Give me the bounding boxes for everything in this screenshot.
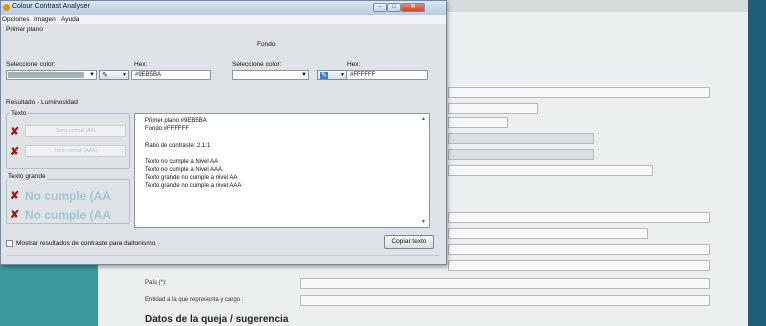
chevron-down-icon: ▼ [89,72,95,78]
menu-opciones[interactable]: Opciones [2,16,29,23]
result-line: Texto no cumple a Nivel AA [145,159,219,165]
maximize-button[interactable]: □ [387,3,401,12]
scroll-up-icon[interactable]: ▲ [421,116,426,122]
colorblind-checkbox[interactable] [6,240,13,247]
form-field-disabled [448,133,594,144]
background-hex-input[interactable]: #FFFFFF [346,70,428,80]
foreground-color-select[interactable]: ▼ [6,70,97,80]
result-line: Texto grande no cumple a nivel AAA [145,183,242,189]
eyedropper-icon: ✎ [102,72,108,79]
menu-imagen[interactable]: Imagen [34,16,56,23]
fail-icon: ✘ [10,209,20,221]
entity-field[interactable] [300,295,710,306]
country-field[interactable] [300,278,710,289]
form-field[interactable] [448,244,710,255]
close-icon: ✕ [410,4,416,10]
result-line: Fondo:#FFFFFF [145,126,190,132]
fail-icon: ✘ [10,190,20,202]
large-text-group-label: Texto grande [7,173,47,180]
result-line: Primer plano:#9EB5BA [145,118,207,124]
background-select-label: Seleccione color: [232,61,282,68]
app-icon [3,4,10,11]
cca-window: Colour Contrast Analyser – □ ✕ Opciones … [0,0,447,265]
form-field[interactable] [448,117,508,128]
normal-text-aaa-sample: Texto normal (AAA) [25,145,126,157]
title-bar[interactable]: Colour Contrast Analyser – □ ✕ [1,1,446,15]
text-group-label: Texto [10,110,28,117]
result-line: Texto no cumple a Nivel AAA [145,167,223,173]
maximize-icon: □ [392,4,396,10]
country-label: País (*): [145,280,167,286]
window-divider [7,255,440,256]
form-field[interactable] [448,165,653,176]
minimize-icon: – [378,4,382,10]
foreground-hex-input[interactable]: #9EB5BA [131,70,211,80]
text-group-box [6,113,130,169]
foreground-select-label: Seleccione color: [6,61,56,68]
close-button[interactable]: ✕ [401,3,425,12]
window-title: Colour Contrast Analyser [12,3,90,10]
eyedropper-icon: ✎ [320,72,328,79]
copy-text-button[interactable]: Copiar texto [384,235,434,249]
background-swatch [234,72,296,78]
foreground-swatch [8,72,84,78]
form-field[interactable] [448,212,710,223]
result-line: Texto grande no cumple a nivel AA [145,175,238,181]
form-field[interactable] [448,87,710,98]
background-label: Fondo [257,41,276,48]
form-field-disabled [448,149,594,160]
scroll-down-icon[interactable]: ▼ [421,219,426,225]
chevron-down-icon: ▼ [340,72,345,78]
page-right-band [748,0,766,326]
result-section-label: Resultado - Luminosidad [6,99,78,106]
form-field[interactable] [448,228,648,239]
section-heading: Datos de la queja / sugerencia [145,314,289,325]
large-text-aaa-result: No cumple (AA [25,208,112,222]
menu-bar: Opciones Imagen Ayuda [1,15,446,24]
colorblind-checkbox-label: Mostrar resultados de contraste para dal… [16,240,156,247]
background-hex-label: Hex: [347,61,361,68]
minimize-button[interactable]: – [373,3,387,12]
menu-ayuda[interactable]: Ayuda [61,16,79,23]
chevron-down-icon: ▼ [122,72,127,78]
form-field[interactable] [448,103,538,114]
fail-icon: ✘ [10,146,20,158]
foreground-hex-label: Hex: [134,61,148,68]
result-line: Ratio de contraste: 2,1:1 [145,143,211,149]
chevron-down-icon: ▼ [301,72,307,78]
normal-text-aa-sample: Texto normal (AA) [25,125,126,137]
large-text-aa-result: No cumple (AA [25,189,112,203]
background-eyedropper-button[interactable]: ✎ ▼ [317,70,347,80]
results-text-area[interactable]: Primer plano:#9EB5BA Fondo:#FFFFFF Ratio… [134,113,430,228]
entity-label: Entidad a la que representa y cargo : [145,297,244,303]
foreground-eyedropper-button[interactable]: ✎ ▼ [99,70,129,80]
fail-icon: ✘ [10,126,20,138]
foreground-label: Primer plano [6,26,43,33]
background-color-select[interactable]: ▼ [232,70,309,80]
form-field[interactable] [448,260,710,271]
